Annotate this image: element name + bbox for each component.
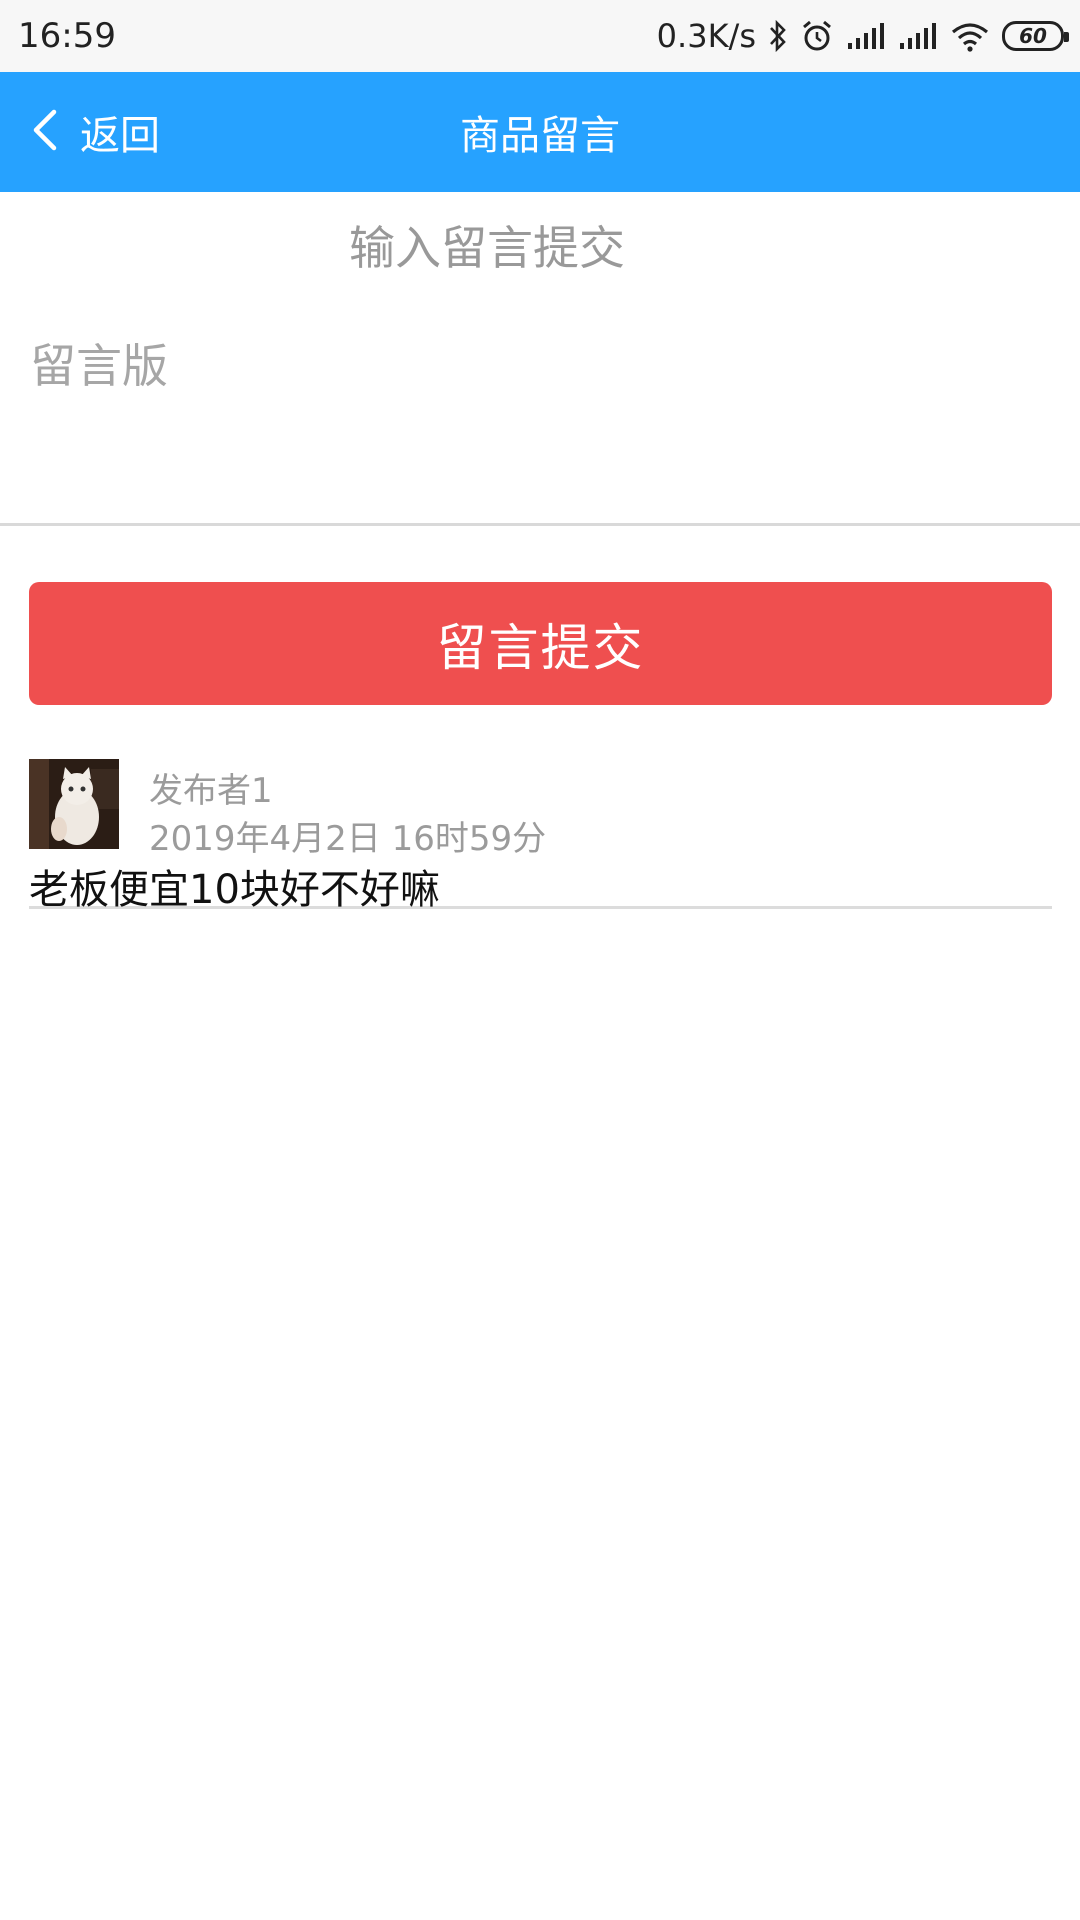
- status-time: 16:59: [18, 16, 116, 56]
- bluetooth-icon: [768, 19, 788, 53]
- wifi-icon: [950, 20, 990, 52]
- comment-text: 老板便宜10块好不好嘛: [29, 867, 440, 913]
- page-title: 商品留言: [460, 113, 620, 159]
- status-icons: 0.3K/s 60: [656, 17, 1069, 55]
- submit-message-button[interactable]: 留言提交: [29, 582, 1052, 705]
- back-button[interactable]: 返回: [30, 72, 160, 192]
- alarm-icon: [800, 19, 834, 53]
- status-bar: 16:59 0.3K/s 60: [0, 0, 1080, 72]
- comment-item: 发布者1 2019年4月2日 16时59分 老板便宜10块好不好嘛: [29, 759, 1052, 913]
- battery-icon: 60: [1002, 21, 1069, 51]
- comment-timestamp: 2019年4月2日 16时59分: [149, 819, 547, 859]
- top-nav-bar: 返回 商品留言: [0, 72, 1080, 192]
- signal-icon: [846, 21, 886, 51]
- back-label: 返回: [80, 113, 160, 159]
- signal-icon: [898, 21, 938, 51]
- avatar: [29, 759, 119, 849]
- message-input[interactable]: [0, 310, 1080, 526]
- section-title: 输入留言提交: [349, 221, 625, 275]
- avatar-cat-image: [29, 759, 119, 849]
- net-speed: 0.3K/s: [656, 17, 756, 55]
- comment-author: 发布者1: [149, 771, 273, 811]
- chevron-left-icon: [30, 108, 58, 156]
